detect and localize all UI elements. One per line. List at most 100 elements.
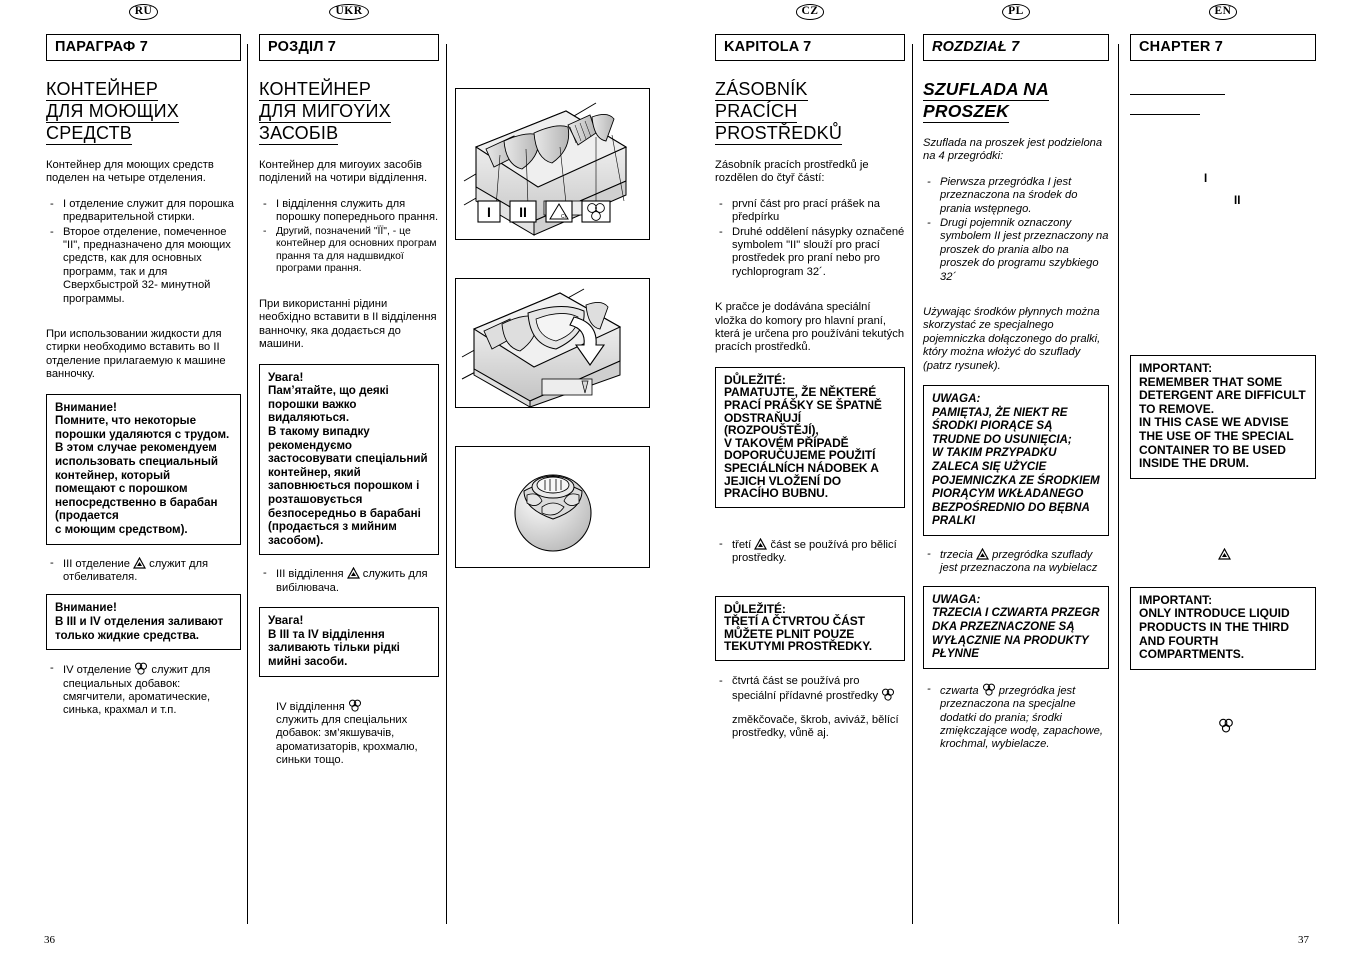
list-item: I отделение служит для порошка предварит… (46, 198, 241, 225)
language-flag-en: EN (1130, 0, 1316, 20)
page-right: CZ KAPITOLA 7 ZÁSOBNÍK PRACÍCH PROSTŘEDK… (675, 0, 1351, 954)
title-line (1130, 100, 1200, 115)
intro-text-pl: Szuflada na proszek jest podzielona na 4… (923, 137, 1103, 163)
compartment-list-ru: I отделение служит для порошка предварит… (46, 198, 241, 306)
page-left: RU ПАРАГРАФ 7 КОНТЕЙНЕР ДЛЯ МОЮЩИХ СРЕДС… (0, 0, 675, 954)
marker-one-en: I (1204, 173, 1208, 185)
list-item: první část pro prací prášek na předpírku (715, 198, 905, 225)
softener-bullet-text-pre: IV відділення (276, 700, 345, 713)
bleach-bullet-text-pre: trzecia (940, 549, 973, 562)
chapter-box-pl: ROZDZIAŁ 7 (923, 34, 1109, 61)
title-line: СРЕДСТВ (46, 123, 133, 145)
intro-text-cz: Zásobník pracích prostředků je rozdělen … (715, 159, 869, 185)
list-item: Pierwsza przegródka I jest przeznaczona … (923, 176, 1109, 216)
column-ru: RU ПАРАГРАФ 7 КОНТЕЙНЕР ДЛЯ МОЮЩИХ СРЕДС… (46, 0, 241, 954)
compartment-list-ukr: I відділення служить для порошку поперед… (259, 198, 439, 276)
softener-flower-icon (1218, 718, 1234, 733)
list-item: Другий, позначений "ÏÏ", - це контейнер … (259, 226, 439, 276)
warning-box-pl-1: UWAGA: PAMIĘTAJ, ŻE NIEKT RE ŚRODKI PIORĄ… (923, 385, 1109, 537)
softener-bullet-cz: čtvrtá část se používá pro speciální pří… (715, 675, 905, 704)
compartment-list-cz: první část pro prací prášek na předpírku… (715, 198, 905, 279)
warning-box-en-1: IMPORTANT: REMEMBER THAT SOME DETERGENT A… (1130, 355, 1316, 479)
figure-drum-ball (455, 446, 650, 568)
softener-flower-icon (348, 699, 362, 712)
title-line: ДЛЯ МИГОYИХ (259, 101, 391, 123)
page-title-pl: SZUFLADA NA PROSZEK (923, 79, 1109, 123)
list-item: čtvrtá část se používá pro speciální pří… (715, 675, 905, 704)
softener-bullet-text-pre: čtvrtá část se používá pro speciální pří… (732, 675, 879, 703)
drawer-label-one: I (487, 204, 491, 220)
warning-box-pl-2: UWAGA: TRZECIA I CZWARTA PRZEGR DKA PRZEZ… (923, 585, 1109, 669)
chapter-box-en: CHAPTER 7 (1130, 34, 1316, 61)
page-number-left: 36 (44, 934, 55, 946)
drawer-insert-illustration (461, 288, 622, 408)
figure-drawer-insert (455, 278, 650, 408)
bleach-bullet-text-pre: třetí (732, 538, 752, 551)
column-cz: CZ KAPITOLA 7 ZÁSOBNÍK PRACÍCH PROSTŘEDK… (715, 0, 905, 954)
title-line: КОНТЕЙНЕР (259, 79, 372, 101)
liquid-note-cz: K pračce je dodávána speciální vložka do… (715, 301, 905, 354)
list-item: Drugi pojemnik oznaczony symbolem II jes… (923, 217, 1109, 284)
drum-ball-illustration (514, 474, 592, 552)
bleach-bullet-ukr: III відділення служить для вибілювача. (259, 567, 439, 595)
softener-symbol-en (1130, 718, 1316, 736)
drawer-label-two: II (519, 204, 527, 220)
list-item: trzecia przegródka szuflady jest przezna… (923, 548, 1109, 576)
page-number-right: 37 (1298, 934, 1309, 946)
column-divider (912, 44, 913, 924)
bleach-triangle-icon (754, 537, 768, 550)
softener-extra-cz: změkčovače, škrob, aviváž, bělící prostř… (732, 713, 899, 740)
drawer-open-illustration: I II Cl (463, 102, 628, 236)
marker-two-en: II (1234, 195, 1241, 207)
title-line: PROSZEK (923, 101, 1009, 123)
language-flag-ukr: UKR (259, 0, 439, 20)
bleach-triangle-icon (976, 548, 990, 560)
list-item: III відділення служить для вибілювача. (259, 567, 439, 595)
title-line (1130, 80, 1225, 95)
page-title-ukr: КОНТЕЙНЕР ДЛЯ МИГОYИХ ЗАСОБІВ (259, 79, 439, 145)
warning-box-cz-2: DŮLEŽITÉ: TŘETÍ A ČTVRTOU ČÁST MŮŽETE PLN… (715, 595, 905, 661)
list-item: IV отделение служит для специальных доба… (46, 662, 241, 718)
title-line: ЗАСОБІВ (259, 123, 339, 145)
title-line: PROSTŘEDKŮ (715, 123, 843, 145)
column-divider (446, 44, 447, 924)
warning-box-ukr-1: Увага! Пам’ятайте, що деякі порошки важко… (259, 363, 439, 556)
bleach-symbol-en (1130, 545, 1316, 563)
bleach-bullet-cz: třetí část se používá pro bělicí prostře… (715, 537, 905, 566)
softener-bullet-ukr: IV відділення служить для спеціальних до… (259, 699, 439, 768)
list-item: I відділення служить для порошку поперед… (259, 198, 439, 225)
page-title-en (1130, 79, 1316, 119)
softener-bullet-pl: czwarta przegródka jest przeznaczona na … (923, 683, 1109, 752)
column-pl: PL ROZDZIAŁ 7 SZUFLADA NA PROSZEK Szufla… (923, 0, 1109, 954)
softener-bullet-text-pre: IV отделение (63, 664, 132, 677)
liquid-note-ukr: При використанні рідини необхідно встави… (259, 298, 437, 351)
page-title-cz: ZÁSOBNÍK PRACÍCH PROSTŘEDKŮ (715, 79, 905, 145)
softener-bullet-text-pre: czwarta (940, 684, 979, 697)
liquid-note-ru: При использовании жидкости для стирки не… (46, 328, 226, 381)
language-flag-ru: RU (46, 0, 241, 20)
chapter-box-ru: ПАРАГРАФ 7 (46, 34, 241, 61)
softener-flower-icon (134, 662, 148, 675)
chapter-box-ukr: РОЗДІЛ 7 (259, 34, 439, 61)
language-flag-pl: PL (923, 0, 1109, 20)
liquid-note-pl: Używając środków płynnych można skorzyst… (923, 306, 1101, 372)
bleach-bullet-ru: III отделение служит для отбеливателя. (46, 556, 241, 585)
language-flag-cz: CZ (715, 0, 905, 20)
title-line: ZÁSOBNÍK (715, 79, 808, 101)
list-item: Druhé oddělení násypky označené symbolem… (715, 226, 905, 280)
column-ukr: UKR РОЗДІЛ 7 КОНТЕЙНЕР ДЛЯ МИГОYИХ ЗАСОБ… (259, 0, 439, 954)
warning-box-cz-1: DŮLEŽITÉ: PAMATUJTE, ŽE NĚKTERÉ PRACÍ PRÁ… (715, 366, 905, 508)
bleach-bullet-text-pre: III відділення (276, 568, 344, 581)
manual-page-spread: RU ПАРАГРАФ 7 КОНТЕЙНЕР ДЛЯ МОЮЩИХ СРЕДС… (0, 0, 1351, 954)
column-en: EN CHAPTER 7 I II IMPORTANT: REMEMBER THA… (1130, 0, 1316, 954)
compartment-list-pl: Pierwsza przegródka I jest przeznaczona … (923, 176, 1109, 284)
warning-box-en-2: IMPORTANT: ONLY INTRODUCE LIQUID PRODUCTS… (1130, 586, 1316, 670)
softener-flower-icon (881, 688, 895, 702)
figure-drawer-open: I II Cl (455, 88, 650, 240)
figure-column: I II Cl (455, 88, 650, 568)
list-item: III отделение служит для отбеливателя. (46, 556, 241, 585)
title-line: ДЛЯ МОЮЩИХ (46, 101, 180, 123)
warning-box-ukr-2: Увага! В III та IV відділення заливають т… (259, 607, 439, 677)
column-divider (247, 44, 248, 924)
warning-box-ru-1: Внимание! Помните, что некоторые порошки … (46, 393, 241, 545)
